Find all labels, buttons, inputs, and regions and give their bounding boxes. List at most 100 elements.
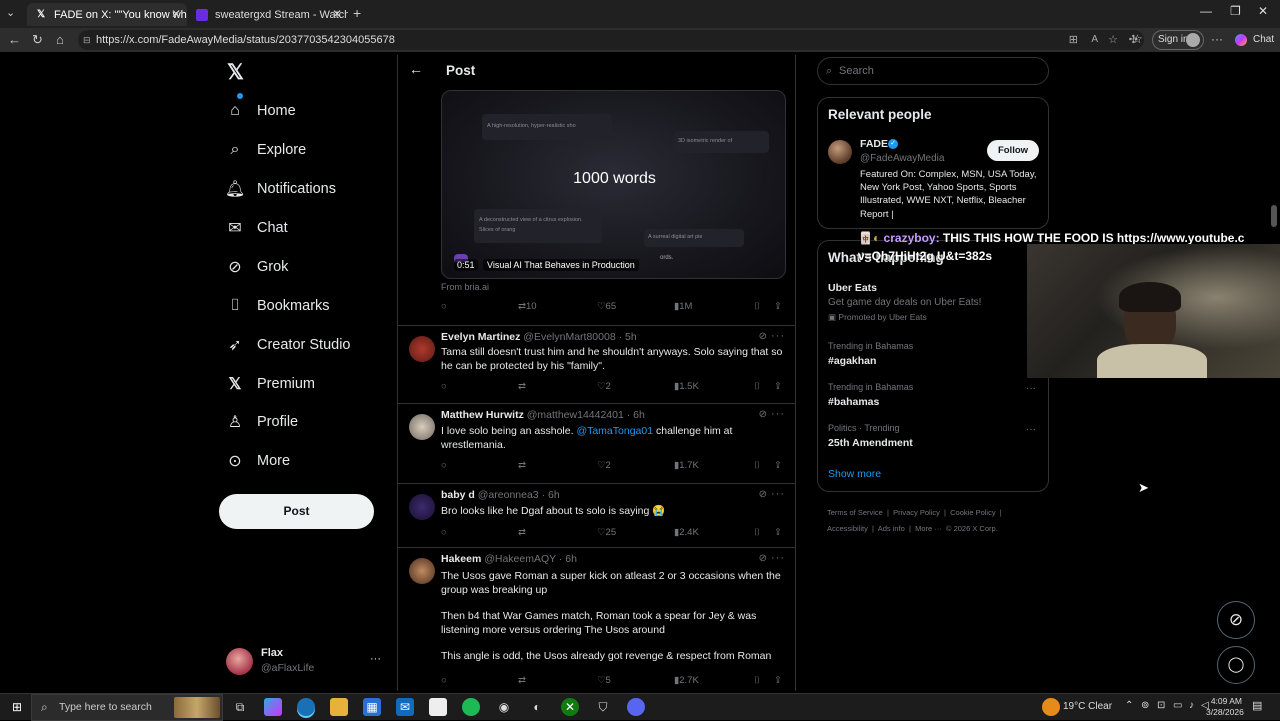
chat-float-button[interactable]: ◯	[1217, 646, 1255, 684]
nav-more[interactable]: ⊙ More	[225, 443, 290, 479]
nav-grok[interactable]: ⊘ Grok	[225, 249, 288, 285]
grok-icon[interactable]: ⊘	[759, 553, 767, 564]
tab-list-chevron-icon[interactable]: ⌄	[6, 6, 15, 19]
x-logo-icon[interactable]: 𝕏	[227, 60, 244, 85]
share-icon[interactable]: ⇪	[774, 675, 782, 686]
back-arrow-icon[interactable]: ←	[409, 61, 423, 77]
clock[interactable]: 4:09 AM 3/28/2026	[1206, 696, 1244, 718]
views-action[interactable]: ▮ 1.7K	[674, 460, 699, 471]
views-action[interactable]: ▮ 1.5K	[674, 381, 699, 392]
bookmark-icon[interactable]: ⌷	[754, 301, 760, 312]
share-icon[interactable]: ⇪	[774, 460, 782, 471]
retweet-icon[interactable]: ⇄	[518, 675, 526, 686]
bookmark-icon[interactable]: ⌷	[754, 460, 760, 471]
sign-in-button[interactable]: Sign in	[1152, 30, 1204, 50]
weather-text[interactable]: 19°C Clear	[1063, 701, 1112, 712]
show-more-link[interactable]: Show more	[828, 468, 881, 480]
scrollbar[interactable]	[1270, 55, 1278, 691]
close-tab-icon[interactable]: ✕	[332, 7, 342, 21]
more-icon[interactable]: ···	[771, 408, 785, 420]
like-action[interactable]: ♡ 2	[597, 460, 611, 471]
nav-premium[interactable]: 𝕏 Premium	[225, 366, 315, 402]
follow-button[interactable]: Follow	[987, 140, 1039, 161]
scrollbar-thumb[interactable]	[1271, 205, 1277, 227]
grok-icon[interactable]: ⊘	[759, 331, 767, 342]
post-button[interactable]: Post	[219, 494, 374, 529]
tray-chevron-icon[interactable]: ⌃	[1125, 700, 1133, 711]
url-field[interactable]: ⊟ https://x.com/FadeAwayMedia/status/203…	[78, 30, 1144, 50]
more-icon[interactable]: ···	[771, 330, 785, 342]
account-switcher[interactable]: Flax @aFlaxLife ···	[226, 646, 386, 678]
video-player[interactable]: A high-resolution, hyper-realistic sho 3…	[441, 90, 786, 279]
outlook-icon[interactable]: ✉	[396, 698, 414, 716]
nav-bookmarks[interactable]: ⌷ Bookmarks	[225, 288, 329, 324]
reply-post[interactable]: Matthew Hurwitz @matthew14442401 · 6h ⊘ …	[398, 403, 795, 482]
taskbar-search[interactable]: ⌕ Type here to search	[31, 694, 223, 721]
copilot-taskbar-icon[interactable]	[264, 698, 282, 716]
cookie-link[interactable]: Cookie Policy	[950, 508, 995, 517]
reply-post[interactable]: Evelyn Martinez @EvelynMart80008 · 5h ⊘ …	[398, 325, 795, 402]
reply-icon[interactable]: ○	[441, 527, 447, 538]
tray-app-icon[interactable]: ⊚	[1141, 700, 1149, 711]
views-action[interactable]: ▮ 1M	[674, 301, 692, 312]
read-aloud-icon[interactable]: A	[1091, 30, 1098, 50]
retweet-icon[interactable]: ⇄	[518, 527, 526, 538]
retweet-icon[interactable]: ⇄	[518, 381, 526, 392]
grok-icon[interactable]: ⊘	[759, 409, 767, 420]
network-icon[interactable]: ▭	[1173, 700, 1182, 711]
obs-icon[interactable]: ◉	[495, 698, 513, 716]
reply-post[interactable]: baby d @areonnea3 · 6h ⊘ ··· Bro looks l…	[398, 483, 795, 547]
site-info-icon[interactable]: ⊟	[83, 30, 91, 50]
new-tab-icon[interactable]: +	[353, 5, 361, 21]
share-icon[interactable]: ⇪	[774, 527, 782, 538]
nav-creator-studio[interactable]: ➶ Creator Studio	[225, 327, 350, 363]
trend-item[interactable]: Trending in Bahamas #bahamas	[828, 382, 913, 408]
favorite-star-icon[interactable]: ☆	[1108, 30, 1118, 50]
notepad-icon[interactable]	[429, 698, 447, 716]
share-icon[interactable]: ⇪	[774, 301, 782, 312]
search-input[interactable]: ⌕ Search	[817, 57, 1049, 85]
tab-fade-on-x[interactable]: 𝕏 FADE on X: ""You know who have ✕	[27, 3, 187, 26]
steam-icon[interactable]: ◐	[528, 698, 546, 716]
terms-link[interactable]: Terms of Service	[827, 508, 883, 517]
retweet-icon[interactable]: ⇄	[518, 460, 526, 471]
link-source[interactable]: From bria.ai	[441, 282, 489, 292]
avatar[interactable]	[828, 140, 852, 164]
bookmark-icon[interactable]: ⌷	[754, 381, 760, 392]
minimize-icon[interactable]: —	[1200, 4, 1212, 18]
nav-home[interactable]: ⌂ Home	[225, 93, 296, 129]
ads-info-link[interactable]: Ads info	[878, 524, 905, 533]
xbox-icon[interactable]: ✕	[561, 698, 579, 716]
shield-icon[interactable]: ⛉	[594, 698, 612, 716]
restore-icon[interactable]: ❐	[1230, 4, 1241, 18]
share-icon[interactable]: ⇪	[774, 381, 782, 392]
more-icon[interactable]: ···	[771, 488, 785, 500]
nav-chat[interactable]: ✉ Chat	[225, 210, 287, 246]
store-icon[interactable]: ▦	[363, 698, 381, 716]
copilot-chat-label[interactable]: Chat	[1253, 34, 1274, 45]
promoted-trend[interactable]: Uber Eats Get game day deals on Uber Eat…	[828, 282, 1028, 327]
reply-post[interactable]: Hakeem @HakeemAQY · 6h ⊘ ··· The Usos ga…	[398, 547, 795, 691]
like-action[interactable]: ♡ 5	[597, 675, 611, 686]
home-icon[interactable]: ⌂	[56, 32, 64, 47]
nav-explore[interactable]: ⌕ Explore	[225, 132, 307, 168]
privacy-link[interactable]: Privacy Policy	[893, 508, 940, 517]
edge-icon[interactable]	[297, 698, 315, 716]
views-action[interactable]: ▮ 2.7K	[674, 675, 699, 686]
app-available-icon[interactable]: ⊞	[1069, 30, 1078, 50]
more-icon[interactable]: ···	[1026, 424, 1036, 435]
tray-app-icon[interactable]: ⊡	[1157, 700, 1165, 711]
like-action[interactable]: ♡ 65	[597, 301, 616, 312]
like-action[interactable]: ♡ 25	[597, 527, 616, 538]
views-action[interactable]: ▮ 2.4K	[674, 527, 699, 538]
file-explorer-icon[interactable]	[330, 698, 348, 716]
windows-start-icon[interactable]: ⊞	[8, 698, 26, 716]
grok-float-button[interactable]: ⊘	[1217, 601, 1255, 639]
bookmark-icon[interactable]: ⌷	[754, 675, 760, 686]
task-view-icon[interactable]: ⧉	[231, 698, 249, 716]
mention-link[interactable]: @TamaTonga01	[576, 425, 653, 437]
trend-item[interactable]: Trending in Bahamas #agakhan	[828, 341, 913, 367]
spotify-icon[interactable]	[462, 698, 480, 716]
notifications-icon[interactable]: ▤	[1252, 699, 1262, 712]
more-link[interactable]: More ···	[915, 524, 942, 533]
